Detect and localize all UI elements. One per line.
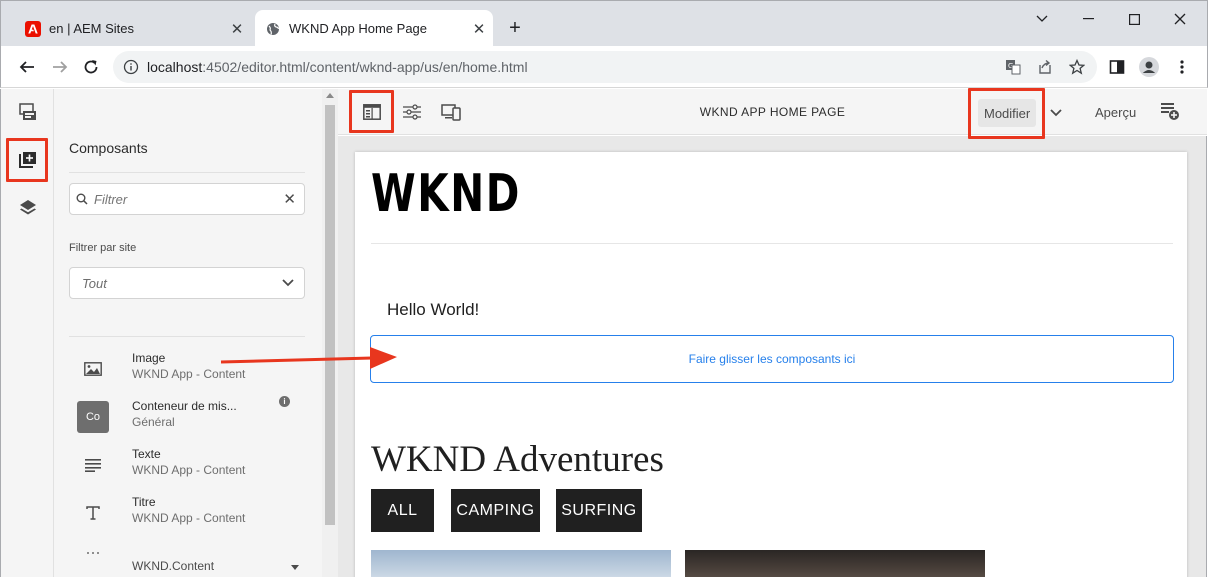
drag-arrow xyxy=(220,347,397,369)
